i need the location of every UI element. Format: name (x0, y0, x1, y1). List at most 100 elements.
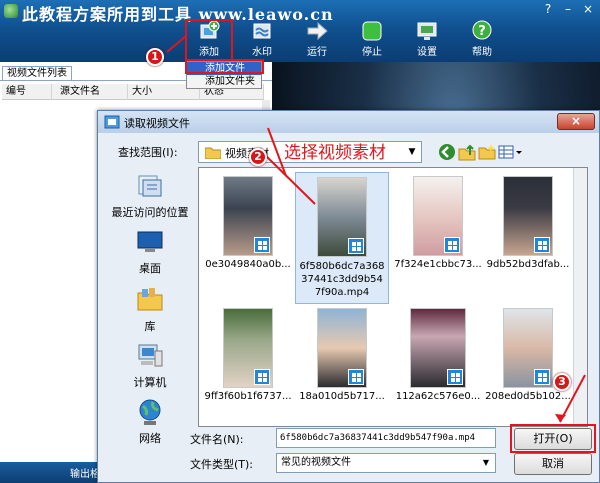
output-format-label: 输出格 (70, 469, 100, 480)
computer-icon (138, 344, 163, 367)
settings-button[interactable]: 设置 (405, 20, 449, 60)
column-source-name[interactable]: 源文件名 (52, 84, 128, 100)
file-name: 7f324e1cbbc73... (394, 259, 482, 270)
filetype-select[interactable]: 常见的视频文件 ▼ (276, 453, 496, 473)
file-item[interactable]: 7f324e1cbbc73... (391, 176, 485, 282)
desktop-icon (137, 231, 163, 252)
window-controls: ? – × (540, 2, 596, 16)
stop-icon (362, 21, 382, 41)
video-thumbnail (503, 176, 553, 256)
look-in-label: 查找范围(I): (118, 146, 178, 159)
video-thumbnail (413, 176, 463, 256)
filetype-label: 文件类型(T): (190, 458, 254, 471)
run-button-label: 运行 (307, 47, 327, 58)
file-item[interactable]: 208ed0d5b102... (481, 308, 575, 414)
file-item-selected[interactable]: 6f580b6dc7a36837441c3dd9b547f90a.mp4 (295, 172, 389, 304)
settings-button-label: 设置 (417, 47, 437, 58)
open-button-highlight (510, 424, 596, 453)
file-name: 208ed0d5b102... (485, 391, 571, 402)
video-thumbnail (317, 177, 367, 257)
tab-video-file-list[interactable]: 视频文件列表 (2, 66, 72, 80)
add-file-highlight (185, 59, 264, 74)
stop-button[interactable]: 停止 (350, 20, 394, 60)
place-computer[interactable]: 计算机 (104, 341, 196, 390)
back-icon[interactable] (438, 143, 456, 161)
cancel-button[interactable]: 取消 (514, 453, 592, 475)
place-desktop-label: 桌面 (139, 262, 161, 275)
video-file-icon (534, 237, 550, 253)
watermark-icon (253, 23, 271, 39)
run-arrow-icon (307, 21, 328, 41)
dialog-title: 读取视频文件 (124, 117, 190, 130)
network-globe-icon (139, 399, 161, 425)
place-library[interactable]: 库 (104, 285, 196, 334)
video-file-icon (534, 369, 550, 385)
video-thumbnail (410, 308, 466, 388)
video-thumbnail (317, 308, 367, 388)
svg-text:?: ? (478, 24, 486, 39)
video-file-icon (447, 369, 463, 385)
place-recent[interactable]: 最近访问的位置 (104, 171, 196, 220)
place-network-label: 网络 (139, 432, 161, 445)
video-file-icon (254, 369, 270, 385)
file-name: 9ff3f60b1f6737... (204, 391, 292, 402)
video-file-icon (348, 369, 364, 385)
chevron-down-icon: ▼ (482, 458, 490, 467)
view-menu-icon[interactable] (498, 143, 522, 161)
video-thumbnail (223, 176, 273, 256)
file-name: 6f580b6dc7a36837441c3dd9b547f90a.mp4 (299, 261, 385, 298)
video-file-icon (254, 237, 270, 253)
run-button[interactable]: 运行 (295, 20, 339, 60)
file-name: 0e3049840a0b... (205, 259, 291, 270)
dialog-app-icon (104, 115, 120, 129)
up-folder-icon[interactable] (458, 143, 476, 161)
app-logo-icon (4, 4, 18, 18)
file-item[interactable]: 0e3049840a0b... (201, 176, 295, 282)
minimize-button[interactable]: – (560, 2, 576, 16)
filename-label: 文件名(N): (190, 433, 244, 446)
folder-icon (205, 147, 221, 159)
video-thumbnail (503, 308, 553, 388)
file-item[interactable]: 9ff3f60b1f6737... (201, 308, 295, 414)
file-name: 9db52bd3dfab... (486, 259, 570, 270)
filetype-value: 常见的视频文件 (281, 457, 351, 468)
annotation-callout: 选择视频素材 (284, 143, 386, 163)
chevron-down-icon: ▼ (408, 147, 416, 157)
stop-button-label: 停止 (362, 47, 382, 58)
video-thumbnail (223, 308, 273, 388)
settings-monitor-icon (417, 22, 437, 40)
video-file-icon (444, 237, 460, 253)
library-icon (137, 288, 163, 311)
video-file-icon (348, 238, 364, 254)
place-desktop[interactable]: 桌面 (104, 227, 196, 276)
dialog-close-button[interactable]: × (557, 113, 595, 130)
help-button-label: 帮助 (472, 47, 492, 58)
close-window-button[interactable]: × (580, 2, 596, 16)
step-3-badge: 3 (553, 373, 571, 391)
step-1-badge: 1 (146, 48, 164, 66)
column-number[interactable]: 编号 (2, 84, 52, 100)
file-list-view: 0e3049840a0b... 6f580b6dc7a36837441c3dd9… (198, 167, 588, 427)
help-button[interactable]: ? 帮助 (460, 20, 504, 60)
help-icon: ? (472, 20, 492, 40)
file-name: 112a62c576e0... (395, 391, 481, 402)
step-2-badge: 2 (249, 148, 267, 166)
file-name: 18a010d5b717... (299, 391, 385, 402)
place-library-label: 库 (144, 320, 156, 333)
place-network[interactable]: 网络 (104, 397, 196, 446)
help-window-button[interactable]: ? (540, 2, 556, 16)
watermark-button[interactable]: 水印 (240, 20, 284, 60)
file-item[interactable]: 112a62c576e0... (391, 308, 485, 414)
place-recent-label: 最近访问的位置 (111, 206, 189, 219)
menu-item-add-folder[interactable]: 添加文件夹 (187, 75, 261, 88)
open-video-dialog: 读取视频文件 × 查找范围(I): 视频素材 ▼ 最近访问的位置 桌面 库 计算… (97, 110, 600, 483)
places-bar: 最近访问的位置 桌面 库 计算机 网络 (104, 167, 196, 445)
filename-input[interactable]: 6f580b6dc7a36837441c3dd9b547f90a.mp4 (276, 428, 496, 448)
place-computer-label: 计算机 (133, 376, 167, 389)
new-folder-icon[interactable] (478, 143, 496, 161)
watermark-button-label: 水印 (252, 47, 272, 58)
file-view-scrollbar[interactable] (573, 168, 587, 426)
add-button-highlight (185, 19, 233, 61)
file-item[interactable]: 18a010d5b717... (295, 308, 389, 414)
file-item[interactable]: 9db52bd3dfab... (481, 176, 575, 282)
